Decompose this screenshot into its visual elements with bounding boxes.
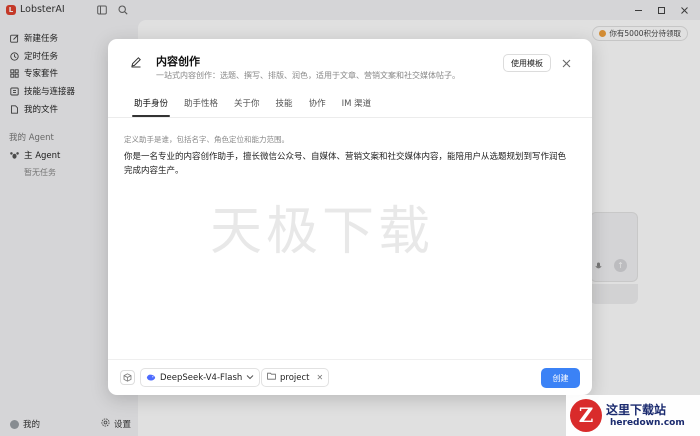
project-chip[interactable]: project ✕ xyxy=(261,368,330,387)
watermark-text: 天极下载 xyxy=(210,202,435,262)
identity-prompt-text[interactable]: 你是一名专业的内容创作助手，擅长微信公众号、自媒体、营销文案和社交媒体内容，能陪… xyxy=(124,150,574,178)
tab-im-channels[interactable]: IM 渠道 xyxy=(334,97,380,117)
tab-assistant-personality[interactable]: 助手性格 xyxy=(176,97,226,117)
dialog-subtitle: 一站式内容创作：选题、撰写、排版、润色，适用于文章、营销文案和社交媒体帖子。 xyxy=(156,71,460,80)
use-template-button[interactable]: 使用模板 xyxy=(503,54,551,72)
model-name: DeepSeek-V4-Flash xyxy=(160,372,243,383)
dialog-title: 内容创作 xyxy=(156,55,200,68)
brand-name-cn: 这里下载站 xyxy=(606,403,667,417)
dialog-tabs: 助手身份 助手性格 关于你 技能 协作 IM 渠道 xyxy=(126,97,379,117)
model-selector-group: DeepSeek-V4-Flash xyxy=(120,368,261,387)
chevron-down-icon xyxy=(246,373,254,383)
tab-assistant-identity[interactable]: 助手身份 xyxy=(126,97,176,117)
model-select[interactable]: DeepSeek-V4-Flash xyxy=(140,368,261,387)
brand-name-en: heredown.com xyxy=(610,418,685,428)
project-name: project xyxy=(280,372,310,383)
folder-icon xyxy=(267,372,276,383)
deepseek-whale-icon xyxy=(146,373,156,382)
site-brand-logo: Z 这里下载站 heredown.com xyxy=(566,395,700,436)
tab-about-you[interactable]: 关于你 xyxy=(226,97,268,117)
create-button[interactable]: 创建 xyxy=(541,368,580,388)
tabs-divider xyxy=(108,117,592,118)
identity-hint: 定义助手是谁，包括名字、角色定位和能力范围。 xyxy=(124,135,289,144)
cube-icon[interactable] xyxy=(120,370,135,385)
footer-divider xyxy=(108,359,592,360)
content-creation-dialog: 内容创作 一站式内容创作：选题、撰写、排版、润色，适用于文章、营销文案和社交媒体… xyxy=(108,39,592,395)
pen-icon xyxy=(130,56,142,68)
brand-mark: Z xyxy=(570,399,602,432)
remove-project-icon[interactable]: ✕ xyxy=(317,373,324,382)
tab-skills[interactable]: 技能 xyxy=(268,97,301,117)
tab-collaboration[interactable]: 协作 xyxy=(301,97,334,117)
close-icon[interactable] xyxy=(559,56,573,70)
